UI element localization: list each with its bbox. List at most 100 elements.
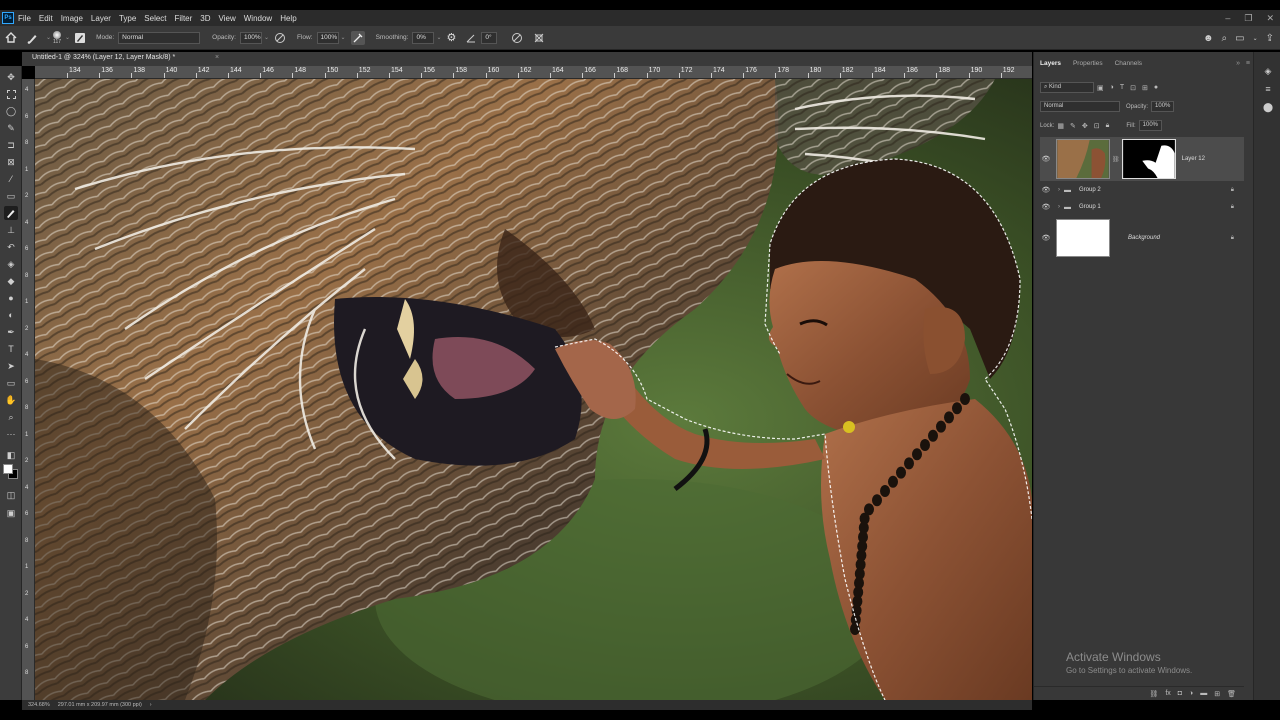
workspace-icon[interactable]: ▭ (1235, 33, 1244, 44)
menu-layer[interactable]: Layer (87, 14, 115, 23)
eyedropper-tool-icon[interactable]: ⁄ (4, 172, 18, 186)
layer-row-background[interactable]: 👁︎ Background 🔒︎ (1040, 217, 1244, 259)
crop-tool-icon[interactable]: ⊐ (4, 138, 18, 152)
type-tool-icon[interactable]: T (4, 342, 18, 356)
filter-adjustment-icon[interactable]: ◑ (1110, 84, 1114, 91)
airbrush-icon[interactable] (350, 30, 365, 45)
quick-mask-icon[interactable]: ◫ (4, 488, 18, 502)
layer-style-icon[interactable]: fx (1165, 690, 1170, 697)
minimize-icon[interactable]: – (1225, 13, 1230, 23)
menu-window[interactable]: Window (240, 14, 276, 23)
marquee-tool-icon[interactable] (4, 87, 18, 101)
new-group-icon[interactable]: ▬ (1200, 690, 1207, 697)
brush-size-picker[interactable]: 117 (53, 30, 62, 45)
menu-filter[interactable]: Filter (171, 14, 197, 23)
color-swatches[interactable] (3, 464, 19, 480)
menu-image[interactable]: Image (57, 14, 87, 23)
search-icon[interactable]: ⌕ (1222, 33, 1228, 44)
menu-select[interactable]: Select (140, 14, 170, 23)
menu-3d[interactable]: 3D (196, 14, 214, 23)
blur-tool-icon[interactable]: ● (4, 291, 18, 305)
fill-input[interactable]: 100% (1138, 120, 1163, 131)
blend-mode-select[interactable]: Normal (1040, 101, 1120, 112)
dodge-tool-icon[interactable]: ◐ (4, 308, 18, 322)
close-icon[interactable]: ✕ (1266, 13, 1274, 24)
expand-chevron-icon[interactable]: › (1058, 187, 1060, 193)
link-layers-icon[interactable]: ⛓︎ (1149, 690, 1158, 698)
foreground-color-swatch[interactable] (3, 464, 13, 474)
tab-channels[interactable]: Channels (1109, 58, 1148, 72)
chevron-right-icon[interactable]: › (150, 702, 152, 708)
pressure-opacity-icon[interactable] (274, 32, 286, 44)
filter-kind-select[interactable]: ⌕ Kind (1040, 82, 1094, 93)
pressure-size-icon[interactable] (511, 32, 523, 44)
lock-transparent-icon[interactable]: ▦ (1057, 122, 1064, 130)
document-canvas[interactable] (35, 79, 1032, 700)
mask-link-icon[interactable]: ⛓︎ (1112, 156, 1120, 163)
brush-tool-preset-icon[interactable] (27, 32, 39, 44)
paint-bucket-tool-icon[interactable]: ◆ (4, 274, 18, 288)
eye-icon[interactable]: 👁︎ (1040, 234, 1052, 242)
delete-layer-icon[interactable]: 🗑︎ (1227, 690, 1236, 698)
filter-shape-icon[interactable]: ⊡ (1130, 84, 1136, 92)
tab-properties[interactable]: Properties (1067, 58, 1109, 72)
lock-position-icon[interactable]: ✥ (1082, 122, 1088, 130)
menu-type[interactable]: Type (115, 14, 140, 23)
chevron-down-icon[interactable]: ⌄ (341, 34, 346, 41)
brush-settings-icon[interactable] (75, 32, 86, 43)
chevron-down-icon[interactable]: ⌄ (46, 34, 51, 41)
menu-view[interactable]: View (215, 14, 240, 23)
home-icon[interactable] (5, 32, 17, 43)
healing-brush-tool-icon[interactable]: ▭ (4, 189, 18, 203)
layers-panel-icon[interactable]: ◈ (1261, 66, 1275, 80)
eye-icon[interactable]: 👁︎ (1040, 203, 1052, 211)
chevron-down-icon[interactable]: ⌄ (65, 34, 70, 41)
lasso-tool-icon[interactable]: ◯ (4, 104, 18, 118)
filter-toggle-icon[interactable]: ● (1154, 84, 1158, 91)
layer-row-group-2[interactable]: 👁︎ › ▬ Group 2 🔒︎ (1040, 182, 1244, 198)
filter-pixel-icon[interactable]: ▣ (1097, 84, 1104, 92)
layer-row-group-1[interactable]: 👁︎ › ▬ Group 1 🔒︎ (1040, 199, 1244, 215)
screen-mode-icon[interactable]: ▣ (4, 506, 18, 520)
eye-icon[interactable]: 👁︎ (1040, 186, 1052, 194)
layer-row-layer-12[interactable]: 👁︎ ⛓︎ Layer 12 (1040, 137, 1244, 181)
layer-mask-thumbnail[interactable] (1121, 139, 1176, 179)
quick-select-tool-icon[interactable]: ✎ (4, 121, 18, 135)
close-icon[interactable]: × (215, 54, 219, 61)
lock-all-icon[interactable]: 🔒︎ (1106, 122, 1110, 130)
eye-icon[interactable]: 👁︎ (1040, 155, 1052, 163)
menu-edit[interactable]: Edit (35, 14, 57, 23)
document-tab[interactable]: Untitled-1 @ 324% (Layer 12, Layer Mask/… (22, 52, 1032, 66)
smoothing-options-gear-icon[interactable]: ⚙ (447, 31, 457, 44)
layer-opacity-input[interactable]: 100% (1151, 101, 1175, 112)
frame-tool-icon[interactable]: ⊠ (4, 155, 18, 169)
adjustments-panel-icon[interactable]: ≡ (1261, 84, 1275, 98)
pen-tool-icon[interactable]: ✒ (4, 325, 18, 339)
default-colors-icon[interactable]: ◧ (4, 448, 18, 462)
mode-select[interactable]: Normal (118, 31, 201, 44)
chevron-down-icon[interactable]: ⌄ (264, 34, 269, 41)
adjustment-layer-icon[interactable]: ◑ (1189, 690, 1193, 697)
menu-help[interactable]: Help (276, 14, 300, 23)
chevron-down-icon[interactable]: ⌄ (436, 34, 441, 41)
smoothing-input[interactable]: 0% (412, 31, 435, 44)
angle-input[interactable]: 0° (481, 31, 498, 44)
restore-icon[interactable]: ❐ (1244, 13, 1252, 24)
rectangle-tool-icon[interactable]: ▭ (4, 376, 18, 390)
brush-tool-icon[interactable] (4, 206, 18, 220)
share-upload-icon[interactable]: ⇪ (1266, 33, 1274, 44)
chevron-down-icon[interactable]: ⌄ (1253, 35, 1258, 42)
eraser-tool-icon[interactable]: ◈ (4, 257, 18, 271)
new-layer-icon[interactable]: ⊞ (1214, 690, 1220, 698)
libraries-panel-icon[interactable]: ⬤ (1261, 102, 1275, 116)
menu-file[interactable]: File (14, 14, 35, 23)
history-brush-tool-icon[interactable]: ↶ (4, 240, 18, 254)
expand-chevron-icon[interactable]: › (1058, 204, 1060, 210)
collapse-panel-icon[interactable]: » (1236, 60, 1240, 67)
path-selection-tool-icon[interactable]: ➤ (4, 359, 18, 373)
move-tool-icon[interactable]: ✥ (4, 70, 18, 84)
lock-artboard-icon[interactable]: ⊡ (1094, 122, 1100, 130)
add-mask-icon[interactable]: ◘ (1178, 690, 1182, 697)
tab-layers[interactable]: Layers (1034, 58, 1067, 72)
more-tools-icon[interactable]: ··· (4, 427, 18, 441)
